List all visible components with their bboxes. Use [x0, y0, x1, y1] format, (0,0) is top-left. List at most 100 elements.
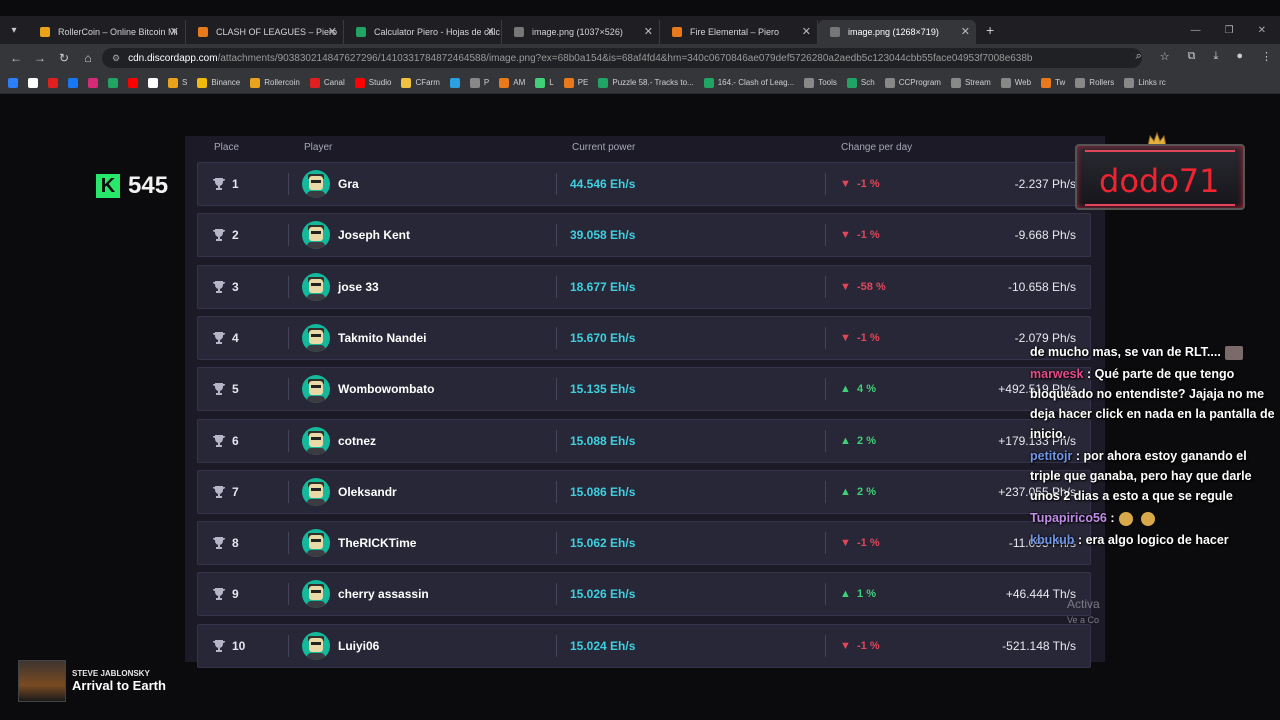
player-avatar[interactable] — [302, 375, 330, 404]
close-tab-icon[interactable]: ✕ — [644, 20, 653, 44]
bookmark-item[interactable]: Rollercoin — [250, 77, 300, 88]
browser-tab[interactable]: RollerCoin – Online Bitcoin Mi ✕ — [28, 20, 186, 44]
browser-tab[interactable]: image.png (1268×719) ✕ — [818, 20, 976, 44]
change-percent-value: -58 % — [857, 280, 886, 293]
bookmark-icon — [535, 77, 546, 88]
address-bar[interactable]: ⚙ cdn.discordapp.com /attachments/903830… — [102, 48, 1142, 68]
row-player-name[interactable]: Gra — [338, 163, 359, 205]
row-player-name[interactable]: Takmito Nandei — [338, 317, 426, 359]
player-avatar[interactable] — [302, 477, 330, 506]
bookmark-item[interactable] — [28, 77, 38, 88]
leaderboard-row[interactable]: 5 Wombowombato 15.135 Eh/s ▲ 4 % +492.519 Ph… — [197, 367, 1091, 412]
bookmark-star-icon[interactable]: ☆ — [1160, 50, 1170, 63]
bookmark-item[interactable]: Tw — [1041, 77, 1065, 88]
site-info-icon[interactable]: ⚙ — [112, 53, 120, 64]
row-divider — [825, 224, 826, 247]
browser-tab[interactable]: Calculator Piero - Hojas de cálc ✕ — [344, 20, 502, 44]
row-player-name[interactable]: Luiyi06 — [338, 625, 379, 667]
leaderboard-row[interactable]: 1 Gra 44.546 Eh/s ▼ -1 % -2.237 Ph/s — [197, 162, 1091, 206]
bookmark-item[interactable]: AM — [499, 77, 525, 88]
leaderboard-row[interactable]: 8 TheRICKTime 15.062 Eh/s ▼ -1 % -11.095 Ph/… — [197, 521, 1091, 566]
bookmark-icon — [250, 77, 261, 88]
forward-icon[interactable]: → — [28, 51, 52, 65]
bookmark-item[interactable]: Tools — [804, 77, 837, 88]
bookmark-item[interactable]: Rollers — [1075, 77, 1114, 88]
bookmark-item[interactable]: S — [168, 77, 187, 88]
bookmark-item[interactable] — [88, 77, 98, 88]
browser-tab[interactable]: CLASH OF LEAGUES – Piero ✕ — [186, 20, 344, 44]
bookmark-item[interactable] — [148, 77, 158, 88]
bookmark-item[interactable]: Links rc — [1124, 77, 1166, 88]
chat-username[interactable]: Tupapirico56 — [1030, 511, 1107, 525]
zoom-icon[interactable]: ⌕ — [1136, 50, 1142, 63]
chat-username[interactable]: petitojr — [1030, 449, 1072, 463]
bookmark-item[interactable]: PE — [563, 77, 588, 88]
emote-icon — [1224, 345, 1243, 360]
player-avatar[interactable] — [302, 529, 330, 558]
bookmark-item[interactable] — [449, 77, 460, 88]
browser-tab[interactable]: image.png (1037×526) ✕ — [502, 20, 660, 44]
row-player-name[interactable]: Oleksandr — [338, 471, 397, 513]
minimize-icon[interactable]: — — [1191, 25, 1201, 36]
player-avatar[interactable] — [302, 426, 330, 455]
new-tab-button[interactable]: + — [986, 22, 994, 38]
row-player-name[interactable]: Wombowombato — [338, 368, 434, 410]
bookmark-item[interactable] — [8, 77, 18, 88]
bookmark-item[interactable]: Puzzle 58.- Tracks to... — [598, 77, 694, 88]
bookmark-item[interactable]: Binance — [197, 77, 240, 88]
close-window-icon[interactable]: ✕ — [1258, 25, 1266, 36]
leaderboard-row[interactable]: 2 Joseph Kent 39.058 Eh/s ▼ -1 % -9.668 Ph/s — [197, 213, 1091, 258]
close-tab-icon[interactable]: ✕ — [961, 20, 970, 44]
bookmark-item[interactable]: CCProgram — [884, 77, 941, 88]
player-avatar[interactable] — [302, 323, 330, 352]
download-icon[interactable]: ⤓ — [1213, 50, 1218, 63]
bookmark-item[interactable]: CFarm — [401, 77, 440, 88]
player-avatar[interactable] — [302, 272, 330, 301]
maximize-icon[interactable]: ❐ — [1225, 25, 1234, 36]
bookmark-item[interactable] — [68, 77, 78, 88]
row-player-name[interactable]: Joseph Kent — [338, 214, 410, 256]
leaderboard-row[interactable]: 10 Luiyi06 15.024 Eh/s ▼ -1 % -521.148 Th/s — [197, 623, 1091, 668]
home-icon[interactable]: ⌂ — [76, 51, 100, 65]
chat-username[interactable]: marwesk — [1030, 367, 1084, 381]
player-avatar[interactable] — [302, 170, 330, 198]
leaderboard-row[interactable]: 3 jose 33 18.677 Eh/s ▼ -58 % -10.658 Eh/s — [197, 264, 1091, 309]
arrow-up-icon: ▲ — [840, 588, 851, 601]
profile-icon[interactable]: ● — [1236, 50, 1243, 63]
bookmark-item[interactable] — [128, 77, 138, 88]
bookmark-item[interactable]: 164.- Clash of Leag... — [703, 77, 794, 88]
bookmark-item[interactable]: L — [535, 77, 554, 88]
player-avatar[interactable] — [302, 580, 330, 609]
extensions-icon[interactable]: ⧉ — [1188, 50, 1196, 63]
player-avatar[interactable] — [302, 221, 330, 250]
bookmark-item[interactable]: Web — [1000, 77, 1031, 88]
bookmark-item[interactable]: Sch — [846, 77, 875, 88]
close-tab-icon[interactable]: ✕ — [328, 20, 337, 44]
back-icon[interactable]: ← — [4, 51, 28, 65]
bookmark-item[interactable]: Stream — [950, 77, 991, 88]
row-player-name[interactable]: cherry assassin — [338, 573, 429, 615]
bookmark-item[interactable]: Studio — [354, 77, 391, 88]
chat-username[interactable]: kbukub — [1030, 533, 1074, 547]
browser-tab[interactable]: Fire Elemental – Piero ✕ — [660, 20, 818, 44]
row-player-name[interactable]: cotnez — [338, 420, 376, 462]
close-tab-icon[interactable]: ✕ — [170, 20, 179, 44]
row-player-name[interactable]: jose 33 — [338, 266, 379, 308]
close-tab-icon[interactable]: ✕ — [486, 20, 495, 44]
bookmark-item[interactable] — [108, 77, 118, 88]
menu-icon[interactable]: ⋮ — [1261, 50, 1272, 63]
bookmark-item[interactable] — [48, 77, 58, 88]
leaderboard-row[interactable]: 7 Oleksandr 15.086 Eh/s ▲ 2 % +237.055 Ph/s — [197, 469, 1091, 514]
leaderboard-row[interactable]: 9 cherry assassin 15.026 Eh/s ▲ 1 % +46.444 … — [197, 572, 1091, 617]
bookmark-item[interactable]: Canal — [309, 77, 345, 88]
row-player-name[interactable]: TheRICKTime — [338, 522, 416, 564]
reload-icon[interactable]: ↻ — [52, 51, 76, 65]
tab-search-chevron-icon[interactable]: ▾ — [0, 16, 28, 44]
leaderboard-row[interactable]: 6 cotnez 15.088 Eh/s ▲ 2 % +179.133 Ph/s — [197, 418, 1091, 463]
row-place: 8 — [232, 536, 239, 551]
leaderboard-row[interactable]: 4 Takmito Nandei 15.670 Eh/s ▼ -1 % -2.079 P… — [197, 315, 1091, 360]
tab-strip: ▾ RollerCoin – Online Bitcoin Mi ✕ CLASH O… — [0, 16, 1280, 44]
close-tab-icon[interactable]: ✕ — [802, 20, 811, 44]
bookmark-item[interactable]: P — [469, 77, 489, 88]
player-avatar[interactable] — [302, 631, 330, 660]
